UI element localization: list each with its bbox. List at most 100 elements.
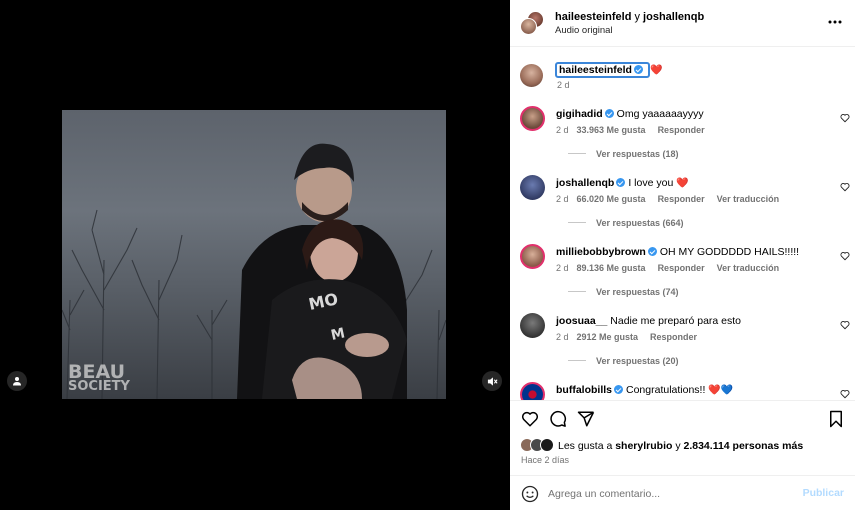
reply-button[interactable]: Responder [658, 125, 705, 135]
watermark-line2: SOCIETY [68, 378, 130, 394]
watermark-logo: BEAU SOCIETY [68, 360, 130, 394]
likes-summary: Les gusta a sherylrubio y 2.834.114 pers… [520, 438, 803, 452]
more-horizontal-icon [828, 20, 842, 24]
verified-badge-icon [616, 178, 626, 187]
comment-item: buffalobills Congratulations!! ❤️💙 [520, 380, 850, 400]
comment-text: buffalobills Congratulations!! ❤️💙 [556, 384, 733, 396]
likes-count[interactable]: 2.834.114 personas más [684, 440, 804, 452]
author-link[interactable]: joshallenqb [643, 11, 704, 23]
comment-username[interactable]: gigihadid [556, 108, 603, 120]
comment-item: gigihadid Omg yaaaaaayyyy 2 d 33.963 Me gu… [520, 104, 850, 172]
comments-list[interactable]: haileesteinfeld ❤️ 2 d gigihadid Omg yaaaa… [510, 48, 855, 400]
comment-emoji: 💙 [720, 385, 734, 396]
comment-username[interactable]: joshallenqb [556, 177, 614, 189]
reply-button[interactable]: Responder [658, 263, 705, 273]
comment-meta: 2 d 2912 Me gusta Responder [556, 332, 709, 342]
caption-emoji: ❤️ [649, 65, 663, 76]
comment-likes[interactable]: 33.963 Me gusta [577, 125, 646, 135]
verified-badge-icon [633, 65, 643, 74]
avatar[interactable] [520, 313, 545, 338]
avatar [520, 18, 537, 35]
verified-badge-icon [614, 385, 623, 394]
heart-outline-icon[interactable] [840, 389, 850, 399]
bookmark-icon[interactable] [827, 410, 845, 428]
comment-body: Nadie me preparó para esto [610, 315, 742, 327]
avatar[interactable] [520, 382, 545, 400]
watermark-line1: BEAU [68, 360, 126, 383]
post-header: haileesteinfeld y joshallenqb Audio orig… [510, 0, 855, 47]
post-comment-button[interactable]: Publicar [803, 487, 844, 499]
avatar[interactable] [520, 106, 545, 131]
comment-emoji: ❤️ [708, 385, 721, 396]
comment-body: Congratulations!! [626, 384, 706, 396]
authors-conjunction: y [631, 11, 644, 23]
comment-item: joshallenqb I love you ❤️ 2 d 66.020 Me gu… [520, 173, 850, 241]
person-icon [13, 377, 21, 386]
heart-outline-icon[interactable] [840, 182, 850, 192]
liker-avatars[interactable] [520, 438, 556, 452]
media-viewer: MO M BEAU SOCIETY [0, 0, 510, 510]
liker-username[interactable]: sherylrubio [615, 440, 672, 452]
heart-outline-icon[interactable] [840, 251, 850, 261]
comment-time[interactable]: 2 d [556, 263, 569, 273]
comment-icon[interactable] [549, 410, 567, 428]
avatar [540, 438, 554, 452]
speaker-muted-icon [487, 376, 498, 386]
photo-illustration: MO M [62, 143, 446, 399]
author-link[interactable]: haileesteinfeld [555, 11, 631, 23]
verified-badge-icon [604, 109, 614, 118]
more-options-button[interactable] [827, 14, 843, 30]
comment-time[interactable]: 2 d [556, 194, 569, 204]
audio-label[interactable]: Audio original [555, 25, 613, 36]
collab-avatars[interactable] [520, 11, 544, 35]
likes-prefix: Les gusta a [558, 440, 616, 452]
comment-text: milliebobbybrown OH MY GODDDDD HAILS!!!!! [556, 246, 799, 258]
comment-body: OH MY GODDDDD HAILS!!!!! [659, 246, 800, 258]
comment-username[interactable]: milliebobbybrown [556, 246, 646, 258]
post-photo[interactable]: MO M BEAU SOCIETY [62, 110, 446, 399]
comment-item: joosuaa__ Nadie me preparó para esto 2 d… [520, 311, 850, 379]
comment-time[interactable]: 2 d [556, 332, 569, 342]
post-timestamp[interactable]: Hace 2 días [521, 455, 569, 465]
translate-button[interactable]: Ver traducción [717, 263, 780, 273]
caption-username[interactable]: haileesteinfeld [555, 62, 650, 78]
comment-username[interactable]: joosuaa__ [556, 315, 607, 327]
emoji-icon[interactable] [521, 485, 539, 503]
reply-button[interactable]: Responder [650, 332, 697, 342]
heart-outline-icon[interactable] [840, 320, 850, 330]
comment-likes[interactable]: 89.136 Me gusta [577, 263, 646, 273]
view-replies-button[interactable]: Ver respuestas (74) [568, 287, 679, 297]
reply-button[interactable]: Responder [658, 194, 705, 204]
caption-text: haileesteinfeld ❤️ [555, 62, 662, 78]
comment-body: Omg yaaaaaayyyy [616, 108, 704, 120]
avatar[interactable] [520, 64, 543, 87]
add-comment-bar: Publicar [510, 475, 855, 510]
comment-emoji: ❤️ [676, 178, 689, 189]
comment-likes[interactable]: 2912 Me gusta [577, 332, 639, 342]
share-icon[interactable] [577, 410, 595, 428]
post-authors: haileesteinfeld y joshallenqb [555, 11, 704, 23]
comment-text: gigihadid Omg yaaaaaayyyy [556, 108, 704, 120]
avatar[interactable] [520, 175, 545, 200]
comment-body: I love you [628, 177, 674, 189]
comment-input[interactable] [548, 485, 793, 502]
comment-text: joshallenqb I love you ❤️ [556, 177, 689, 189]
comment-time[interactable]: 2 d [556, 125, 569, 135]
avatar[interactable] [520, 244, 545, 269]
mute-button[interactable] [482, 371, 502, 391]
translate-button[interactable]: Ver traducción [717, 194, 780, 204]
comment-meta: 2 d 33.963 Me gusta Responder [556, 125, 717, 135]
caption-time[interactable]: 2 d [557, 80, 570, 90]
comment-likes[interactable]: 66.020 Me gusta [577, 194, 646, 204]
post-side-panel: haileesteinfeld y joshallenqb Audio orig… [510, 0, 855, 510]
view-replies-button[interactable]: Ver respuestas (20) [568, 356, 679, 366]
comment-item: milliebobbybrown OH MY GODDDDD HAILS!!!!!… [520, 242, 850, 310]
tagged-users-button[interactable] [7, 371, 27, 391]
heart-icon[interactable] [521, 410, 539, 428]
comment-username[interactable]: buffalobills [556, 384, 612, 396]
view-replies-button[interactable]: Ver respuestas (664) [568, 218, 684, 228]
verified-badge-icon [647, 247, 657, 256]
post-actions: Les gusta a sherylrubio y 2.834.114 pers… [510, 400, 855, 475]
view-replies-button[interactable]: Ver respuestas (18) [568, 149, 679, 159]
heart-outline-icon[interactable] [840, 113, 850, 123]
